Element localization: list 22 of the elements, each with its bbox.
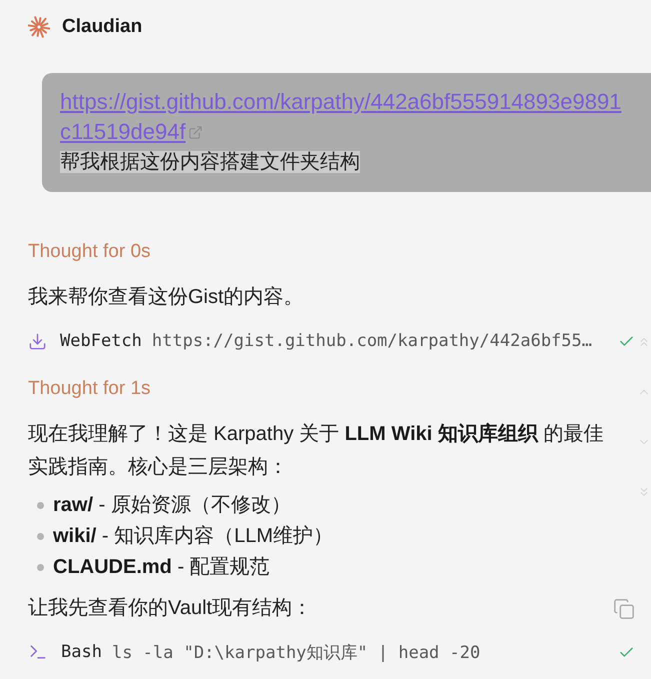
app-title: Claudian [62, 16, 142, 38]
message-text: 帮我根据这份内容搭建文件夹结构 [60, 151, 360, 173]
thought-duration[interactable]: Thought for 1s [28, 377, 151, 401]
thought-duration[interactable]: Thought for 0s [28, 240, 151, 264]
copy-button[interactable] [613, 598, 635, 620]
response-text: 让我先查看你的Vault现有结构： [28, 596, 312, 621]
bullet-icon [37, 564, 44, 571]
external-link-icon [188, 125, 203, 140]
tool-command: https://gist.github.com/karpathy/442a6bf55… [152, 331, 592, 351]
list-item-text: raw/ - 原始资源（不修改） [53, 493, 291, 518]
gist-link[interactable]: https://gist.github.com/karpathy/442a6bf555914893e9891c11519de94f [60, 87, 627, 147]
list-item-text: wiki/ - 知识库内容（LLM维护） [53, 524, 334, 549]
response-text: 我来帮你查看这份Gist的内容。 [28, 285, 304, 310]
bullet-icon [37, 502, 44, 509]
tool-name[interactable]: WebFetch [60, 331, 142, 351]
tool-command: ls -la "D:\karpathy知识库" | head -20 [112, 642, 480, 664]
download-icon [28, 332, 47, 350]
starburst-logo-icon [28, 16, 50, 38]
tool-name[interactable]: Bash [61, 642, 102, 662]
bullet-icon [37, 533, 44, 540]
list-item-text: CLAUDE.md - 配置规范 [53, 555, 270, 580]
response-text: 现在我理解了！这是 Karpathy 关于 LLM Wiki 知识库组织 的最佳实践指南。核心是三层架构： [28, 422, 604, 480]
